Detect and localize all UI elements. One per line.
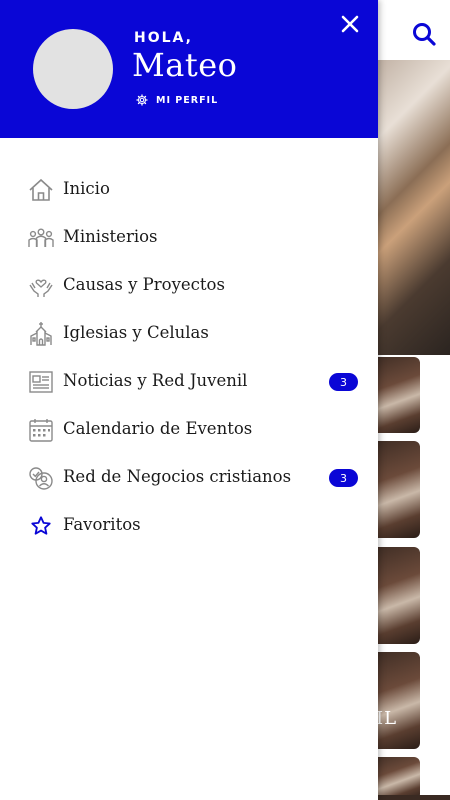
menu-item-red-negocios[interactable]: Red de Negocios cristianos 3	[0, 454, 378, 502]
home-icon	[27, 176, 55, 204]
my-profile-label: MI PERFIL	[156, 94, 219, 106]
menu-item-label: Red de Negocios cristianos	[63, 467, 292, 486]
calendar-icon	[27, 416, 55, 444]
notification-badge: 3	[329, 469, 358, 487]
drawer-header: HOLA, Mateo MI PERFIL	[0, 0, 378, 138]
close-drawer-button[interactable]	[336, 10, 364, 38]
close-icon	[341, 15, 359, 33]
menu-item-label: Iglesias y Celulas	[63, 323, 209, 342]
menu-item-label: Inicio	[63, 179, 110, 198]
my-profile-link[interactable]: MI PERFIL	[136, 94, 218, 106]
menu-item-iglesias-celulas[interactable]: Iglesias y Celulas	[0, 310, 378, 358]
menu-item-causas-proyectos[interactable]: Causas y Proyectos	[0, 262, 378, 310]
business-network-icon	[27, 464, 55, 492]
menu-item-label: Calendario de Eventos	[63, 419, 253, 438]
gear-icon	[136, 94, 148, 106]
drawer-menu: Inicio Ministerios Causas y Proyectos Ig…	[0, 166, 378, 550]
menu-item-ministerios[interactable]: Ministerios	[0, 214, 378, 262]
hands-heart-icon	[27, 272, 55, 300]
menu-item-label: Noticias y Red Juvenil	[63, 371, 248, 390]
menu-item-favoritos[interactable]: Favoritos	[0, 502, 378, 550]
church-icon	[27, 320, 55, 348]
menu-item-label: Causas y Proyectos	[63, 275, 225, 294]
notification-badge: 3	[329, 373, 358, 391]
menu-item-label: Favoritos	[63, 515, 141, 534]
newspaper-icon	[27, 368, 55, 396]
menu-item-noticias-red-juvenil[interactable]: Noticias y Red Juvenil 3	[0, 358, 378, 406]
menu-item-inicio[interactable]: Inicio	[0, 166, 378, 214]
menu-item-calendario-eventos[interactable]: Calendario de Eventos	[0, 406, 378, 454]
menu-item-label: Ministerios	[63, 227, 158, 246]
avatar[interactable]	[33, 29, 113, 109]
drawer-scrim[interactable]	[378, 0, 450, 800]
navigation-drawer: HOLA, Mateo MI PERFIL Inicio Ministerios…	[0, 0, 378, 800]
greeting-text: HOLA,	[134, 30, 193, 46]
username-text: Mateo	[132, 46, 238, 84]
people-group-icon	[27, 224, 55, 252]
star-icon	[27, 512, 55, 540]
